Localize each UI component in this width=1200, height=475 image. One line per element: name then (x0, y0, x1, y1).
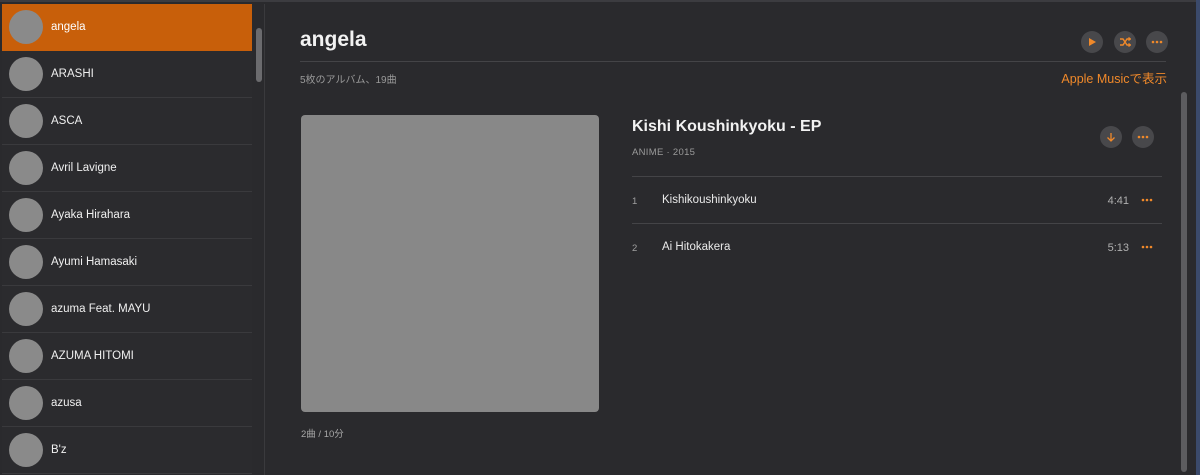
track-duration: 4:41 (1107, 195, 1129, 207)
track-more-button[interactable] (1137, 237, 1157, 257)
album-artwork[interactable] (301, 115, 599, 412)
track-title: Kishikoushinkyoku (662, 194, 757, 206)
artist-name: Avril Lavigne (51, 162, 117, 174)
more-icon (1141, 245, 1153, 249)
avatar (9, 57, 43, 91)
avatar (9, 292, 43, 326)
track-row[interactable]: 1 Kishikoushinkyoku 4:41 (632, 177, 1162, 223)
sidebar-item-asca[interactable]: ASCA (2, 98, 252, 145)
album-title[interactable]: Kishi Koushinkyoku - EP (632, 118, 821, 136)
header-divider (300, 61, 1166, 62)
avatar (9, 151, 43, 185)
track-title: Ai Hitokakera (662, 241, 731, 253)
page-title: angela (300, 28, 367, 51)
track-duration: 5:13 (1107, 242, 1129, 254)
avatar (9, 339, 43, 373)
sidebar-scrollbar[interactable] (253, 4, 265, 475)
sidebar-item-angela[interactable]: angela (2, 4, 252, 51)
sidebar-item-bz[interactable]: B'z (2, 427, 252, 474)
sidebar-item-arashi[interactable]: ARASHI (2, 51, 252, 98)
more-icon (1141, 198, 1153, 202)
artist-name: Ayumi Hamasaki (51, 256, 138, 268)
sidebar-item-ayaka-hirahara[interactable]: Ayaka Hirahara (2, 192, 252, 239)
artist-name: AZUMA HITOMI (51, 350, 134, 362)
track-more-button[interactable] (1137, 190, 1157, 210)
play-button[interactable] (1081, 31, 1103, 53)
album-genre-year: ANIME · 2015 (632, 147, 696, 158)
album-summary: 2曲 / 10分 (301, 429, 344, 440)
track-row[interactable]: 2 Ai Hitokakera 5:13 (632, 224, 1162, 270)
shuffle-icon (1120, 37, 1131, 47)
artist-name: angela (51, 21, 86, 33)
main-scrollbar-thumb[interactable] (1181, 92, 1187, 472)
main-scrollbar[interactable] (1178, 88, 1190, 475)
artist-detail: angela 5枚のアルバム、19曲 Apple Musicで表示 2曲 / 1… (266, 4, 1196, 475)
sidebar-item-azuma-feat-mayu[interactable]: azuma Feat. MAYU (2, 286, 252, 333)
sidebar-item-ayumi-hamasaki[interactable]: Ayumi Hamasaki (2, 239, 252, 286)
avatar (9, 10, 43, 44)
avatar (9, 245, 43, 279)
avatar (9, 386, 43, 420)
avatar (9, 198, 43, 232)
more-icon (1137, 135, 1149, 139)
play-icon (1089, 38, 1096, 46)
avatar (9, 104, 43, 138)
more-button[interactable] (1146, 31, 1168, 53)
download-icon (1107, 132, 1115, 142)
artist-name: B'z (51, 444, 67, 456)
shuffle-button[interactable] (1114, 31, 1136, 53)
sidebar-item-azusa[interactable]: azusa (2, 380, 252, 427)
artist-name: azuma Feat. MAYU (51, 303, 151, 315)
album-more-button[interactable] (1132, 126, 1154, 148)
more-icon (1151, 40, 1163, 44)
track-number: 2 (632, 243, 638, 254)
track-number: 1 (632, 196, 638, 207)
desktop-edge (1196, 0, 1200, 475)
download-button[interactable] (1100, 126, 1122, 148)
artist-name: ARASHI (51, 68, 94, 80)
avatar (9, 433, 43, 467)
artist-name: ASCA (51, 115, 83, 127)
sidebar-scrollbar-thumb[interactable] (256, 28, 262, 82)
sidebar-item-avril-lavigne[interactable]: Avril Lavigne (2, 145, 252, 192)
artist-name: azusa (51, 397, 82, 409)
apple-music-link[interactable]: Apple Musicで表示 (1061, 68, 1167, 87)
artist-sidebar: angela ARASHI ASCA Avril Lavigne Ayaka H… (2, 4, 252, 475)
artist-name: Ayaka Hirahara (51, 209, 131, 221)
music-window: angela ARASHI ASCA Avril Lavigne Ayaka H… (0, 0, 1196, 475)
sidebar-item-azuma-hitomi[interactable]: AZUMA HITOMI (2, 333, 252, 380)
artist-summary: 5枚のアルバム、19曲 (300, 75, 397, 86)
